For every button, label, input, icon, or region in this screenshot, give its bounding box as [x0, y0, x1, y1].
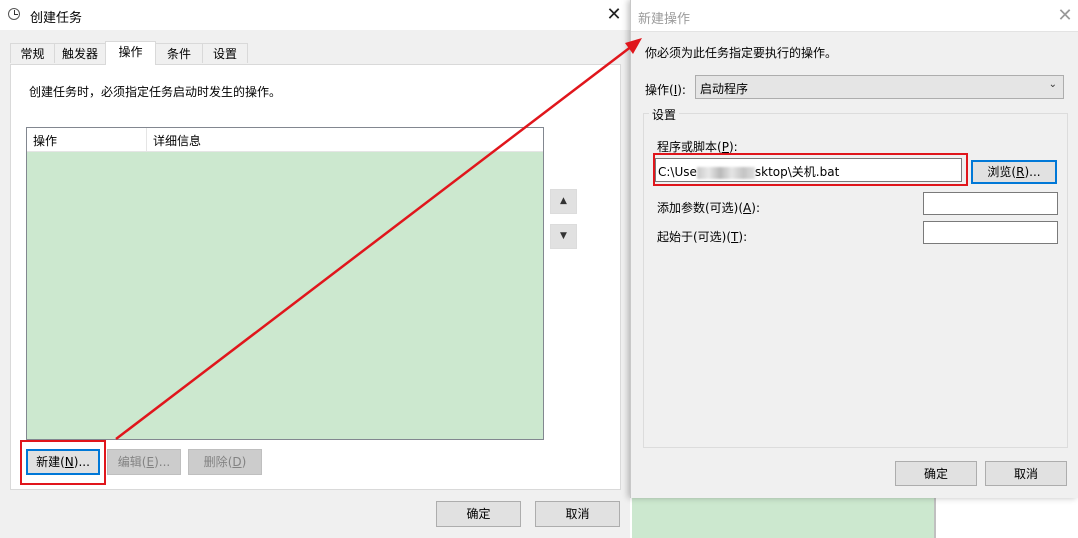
- tab-conditions[interactable]: 条件: [155, 43, 203, 63]
- start-in-input[interactable]: [923, 221, 1058, 244]
- column-separator: [146, 128, 147, 151]
- dialog-cancel-button[interactable]: 取消: [985, 461, 1067, 486]
- arguments-input[interactable]: [923, 192, 1058, 215]
- edit-action-button[interactable]: 编辑(E)...: [107, 449, 181, 475]
- actions-description: 创建任务时，必须指定任务启动时发生的操作。: [29, 85, 282, 99]
- create-task-window: 创建任务 ✕ 常规 触发器 操作 条件 设置 创建任务时，必须指定任务启动时发生…: [0, 0, 630, 538]
- close-icon[interactable]: ✕: [1052, 3, 1078, 29]
- instruction-text: 你必须为此任务指定要执行的操作。: [645, 46, 838, 60]
- tab-general[interactable]: 常规: [10, 43, 55, 63]
- browse-button[interactable]: 浏览(R)...: [971, 160, 1057, 184]
- settings-group-label: 设置: [649, 106, 680, 123]
- tab-triggers[interactable]: 触发器: [54, 43, 106, 63]
- new-action-dialog: 新建操作 ✕ 你必须为此任务指定要执行的操作。 操作(I): 启动程序 ⌄ 设置…: [630, 0, 1078, 498]
- highlight-program-path: [653, 153, 968, 186]
- column-header-action[interactable]: 操作: [33, 132, 57, 149]
- list-header: 操作 详细信息: [27, 128, 543, 152]
- actions-panel: 创建任务时，必须指定任务启动时发生的操作。 操作 详细信息 ▲ ▼ 新建(N).…: [10, 64, 621, 490]
- window-title: 创建任务: [30, 11, 83, 26]
- delete-action-button[interactable]: 删除(D): [188, 449, 262, 475]
- dialog-title: 新建操作: [638, 12, 691, 27]
- title-bar: 创建任务 ✕: [0, 0, 630, 30]
- tab-settings[interactable]: 设置: [202, 43, 248, 63]
- ok-button[interactable]: 确定: [436, 501, 521, 527]
- action-type-value: 启动程序: [700, 82, 749, 96]
- arrow-down-icon[interactable]: ▼: [550, 224, 577, 249]
- dialog-ok-button[interactable]: 确定: [895, 461, 977, 486]
- dialog-title-bar: 新建操作 ✕: [631, 0, 1078, 31]
- close-icon[interactable]: ✕: [601, 2, 627, 28]
- cancel-button[interactable]: 取消: [535, 501, 620, 527]
- start-in-label: 起始于(可选)(T):: [657, 230, 748, 244]
- arguments-label: 添加参数(可选)(A):: [657, 201, 760, 215]
- tab-actions[interactable]: 操作: [105, 41, 156, 65]
- arrow-up-icon[interactable]: ▲: [550, 189, 577, 214]
- action-type-select[interactable]: 启动程序 ⌄: [695, 75, 1064, 99]
- action-label: 操作(I):: [645, 83, 686, 97]
- highlight-new-button: [20, 440, 106, 485]
- clock-icon: [8, 8, 20, 20]
- divider: [631, 31, 1078, 32]
- chevron-down-icon: ⌄: [1048, 79, 1057, 90]
- column-header-details[interactable]: 详细信息: [153, 132, 201, 149]
- background-list-strip: [632, 498, 936, 538]
- actions-list[interactable]: 操作 详细信息: [26, 127, 544, 440]
